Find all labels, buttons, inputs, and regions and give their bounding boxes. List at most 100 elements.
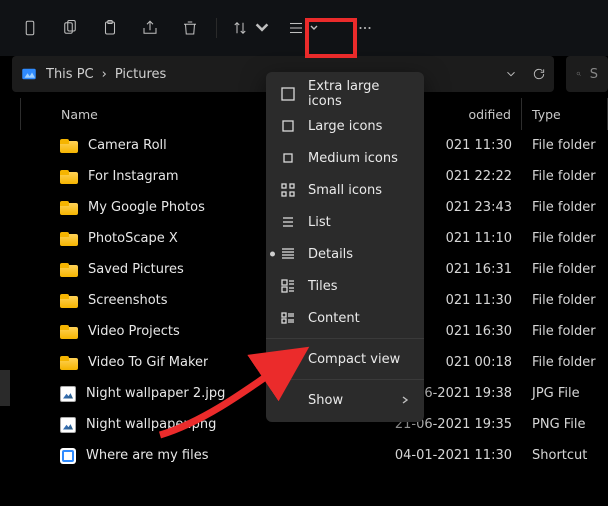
det-icon [280, 246, 296, 262]
menu-separator [266, 338, 424, 339]
file-name: My Google Photos [88, 200, 205, 215]
menu-item-label: Compact view [308, 352, 400, 367]
view-menu-show[interactable]: Show [266, 384, 424, 416]
view-menu-cont[interactable]: Content [266, 302, 424, 334]
image-icon [60, 386, 76, 402]
new-button[interactable] [12, 10, 48, 46]
toolbar-separator [216, 18, 217, 38]
chevron-right-icon [400, 395, 410, 405]
folder-icon [60, 356, 78, 370]
menu-item-label: Content [308, 311, 360, 326]
paste-button[interactable] [92, 10, 128, 46]
column-name-label: Name [61, 107, 98, 122]
menu-item-label: Small icons [308, 183, 382, 198]
file-name: Screenshots [88, 293, 168, 308]
file-type: File folder [532, 262, 596, 277]
file-explorer-window: This PC › Pictures S Name ˄ odified Type [0, 0, 608, 506]
chevron-down-icon[interactable] [504, 67, 518, 81]
file-date: 021 00:18 [446, 355, 512, 370]
file-type: File folder [532, 231, 596, 246]
file-type: Shortcut [532, 448, 587, 463]
menu-item-label: Medium icons [308, 151, 398, 166]
file-type: File folder [532, 169, 596, 184]
file-name: Video Projects [88, 324, 180, 339]
share-button[interactable] [132, 10, 168, 46]
file-date: 04-01-2021 11:30 [395, 448, 512, 463]
xl-icon [280, 86, 296, 102]
column-type-label: Type [532, 107, 561, 122]
tiles-icon [280, 278, 296, 294]
folder-icon [60, 263, 78, 277]
refresh-icon[interactable] [532, 67, 546, 81]
menu-item-label: Details [308, 247, 353, 262]
file-row[interactable]: Where are my files04-01-2021 11:30Shortc… [0, 440, 608, 471]
view-menu-lg[interactable]: Large icons [266, 110, 424, 142]
file-name: Video To Gif Maker [88, 355, 208, 370]
menu-separator [266, 379, 424, 380]
toolbar [0, 0, 608, 56]
file-date: 021 22:22 [446, 169, 512, 184]
list-icon [280, 214, 296, 230]
chevron-right-icon: › [102, 67, 107, 82]
view-button[interactable] [281, 10, 325, 46]
file-name: Night wallpaper.png [86, 417, 216, 432]
file-type: File folder [532, 324, 596, 339]
delete-button[interactable] [172, 10, 208, 46]
file-date: 021 11:30 [446, 138, 512, 153]
view-menu-tiles[interactable]: Tiles [266, 270, 424, 302]
file-name: PhotoScape X [88, 231, 178, 246]
view-menu: Extra large icons Large icons Medium icons… [266, 72, 424, 422]
nav-pane-stub [0, 370, 10, 406]
breadcrumb[interactable]: This PC › Pictures [46, 67, 166, 82]
search-icon [576, 67, 582, 81]
folder-icon [60, 294, 78, 308]
search-placeholder: S [590, 67, 598, 82]
folder-icon [60, 201, 78, 215]
column-date-label: odified [468, 107, 511, 122]
copy-button[interactable] [52, 10, 88, 46]
file-type: File folder [532, 200, 596, 215]
file-date: 021 23:43 [446, 200, 512, 215]
sort-button[interactable] [225, 10, 277, 46]
view-menu-det[interactable]: Details [266, 238, 424, 270]
menu-item-label: List [308, 215, 331, 230]
file-type: File folder [532, 355, 596, 370]
folder-icon [60, 139, 78, 153]
cont-icon [280, 310, 296, 326]
folder-icon [60, 325, 78, 339]
menu-item-label: Tiles [308, 279, 338, 294]
view-menu-compact[interactable]: Compact view [266, 343, 424, 375]
file-name: Night wallpaper 2.jpg [86, 386, 225, 401]
menu-item-label: Large icons [308, 119, 382, 134]
file-name: For Instagram [88, 169, 179, 184]
file-type: PNG File [532, 417, 586, 432]
md-icon [280, 150, 296, 166]
file-type: File folder [532, 293, 596, 308]
shortcut-icon [60, 448, 76, 464]
folder-icon [60, 232, 78, 246]
search-input[interactable]: S [566, 56, 608, 92]
view-menu-md[interactable]: Medium icons [266, 142, 424, 174]
file-name: Camera Roll [88, 138, 167, 153]
gutter [0, 98, 21, 130]
view-menu-xl[interactable]: Extra large icons [266, 78, 424, 110]
more-button[interactable] [347, 10, 383, 46]
menu-item-label: Extra large icons [308, 79, 410, 109]
file-date: 021 11:10 [446, 231, 512, 246]
image-icon [60, 417, 76, 433]
column-type[interactable]: Type [522, 98, 608, 130]
breadcrumb-folder[interactable]: Pictures [115, 67, 166, 82]
breadcrumb-root[interactable]: This PC [46, 67, 94, 82]
sm-icon [280, 182, 296, 198]
folder-icon [60, 170, 78, 184]
file-name: Saved Pictures [88, 262, 184, 277]
file-date: 021 11:30 [446, 293, 512, 308]
lg-icon [280, 118, 296, 134]
view-menu-list[interactable]: List [266, 206, 424, 238]
file-type: JPG File [532, 386, 580, 401]
view-menu-sm[interactable]: Small icons [266, 174, 424, 206]
file-date: 021 16:30 [446, 324, 512, 339]
menu-item-label: Show [308, 393, 343, 408]
pictures-icon [20, 65, 38, 83]
file-date: 021 16:31 [446, 262, 512, 277]
